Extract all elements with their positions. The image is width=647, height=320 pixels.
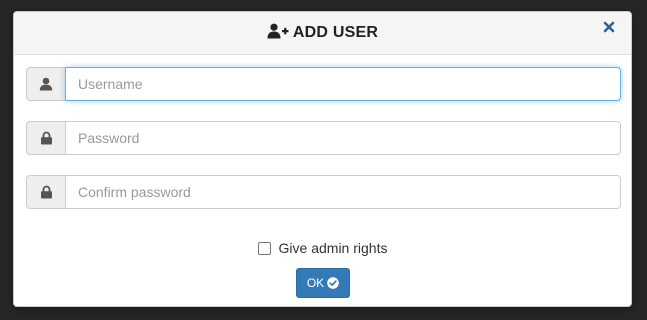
dialog-title-text: ADD USER [292, 24, 379, 41]
close-icon [603, 21, 615, 33]
dialog-header: ADD USER [14, 12, 631, 55]
close-button[interactable] [603, 21, 617, 35]
password-addon [26, 121, 65, 155]
username-addon [26, 67, 65, 101]
check-circle-icon [327, 277, 339, 289]
password-group [26, 121, 621, 155]
confirm-password-group [26, 175, 621, 209]
lock-icon [40, 185, 52, 199]
confirm-password-addon [26, 175, 65, 209]
username-input[interactable] [65, 67, 621, 101]
user-icon [39, 77, 53, 91]
admin-rights-checkbox[interactable] [257, 241, 271, 255]
admin-rights-label[interactable]: Give admin rights [279, 240, 388, 256]
username-group [26, 67, 621, 101]
dialog-title: ADD USER [267, 23, 378, 44]
admin-rights-row: Give admin rights [14, 240, 631, 256]
confirm-password-input[interactable] [65, 175, 621, 209]
ok-button[interactable]: OK [296, 268, 350, 298]
ok-button-label: OK [306, 276, 325, 290]
add-user-dialog: ADD USER Username Give admin rights OK [13, 11, 632, 307]
password-input[interactable] [65, 121, 621, 155]
user-plus-icon [267, 23, 293, 44]
lock-icon [40, 131, 52, 145]
